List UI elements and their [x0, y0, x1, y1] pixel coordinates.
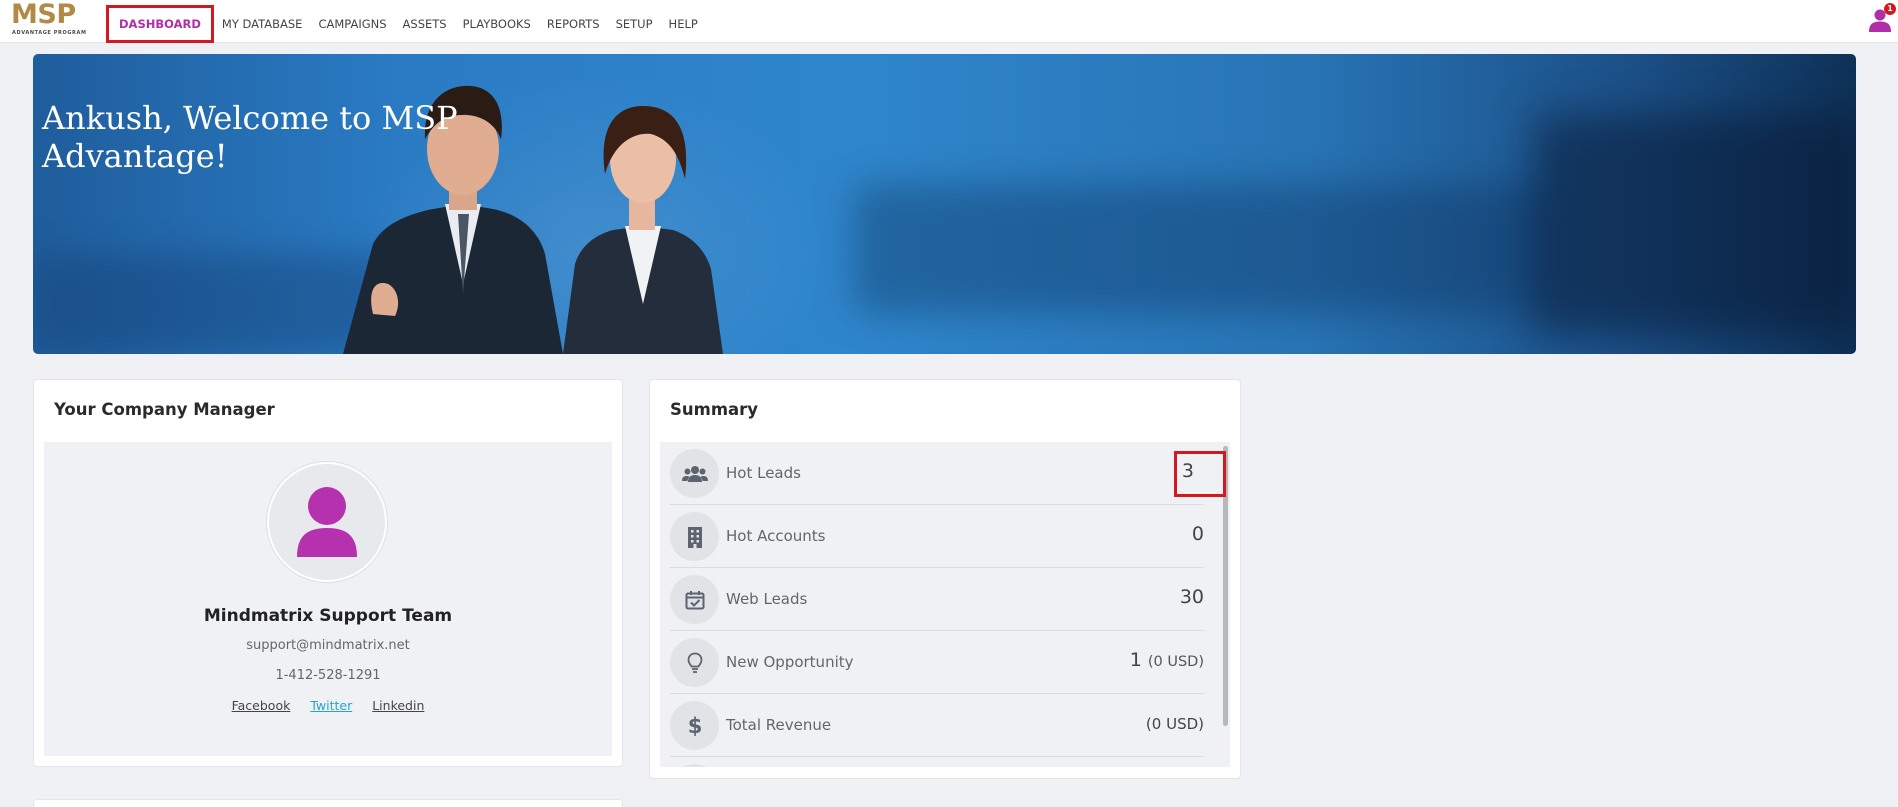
total-revenue-value[interactable]: (0 USD): [1146, 715, 1204, 733]
nav-my-database[interactable]: MY DATABASE: [214, 5, 311, 43]
nav-setup[interactable]: SETUP: [608, 5, 661, 43]
manager-phone: 1-412-528-1291: [275, 668, 381, 683]
company-manager-title: Your Company Manager: [54, 400, 275, 419]
company-manager-card: Your Company Manager Mindmatrix Support …: [33, 379, 623, 767]
manager-details: Mindmatrix Support Team support@mindmatr…: [44, 442, 612, 756]
lightbulb-icon: [670, 638, 719, 687]
more-icon: [670, 764, 719, 767]
dollar-icon: $: [670, 701, 719, 750]
main-nav: DASHBOARD MY DATABASE CAMPAIGNS ASSETS P…: [106, 5, 706, 43]
facebook-link[interactable]: Facebook: [232, 698, 291, 713]
logo-subtext: ADVANTAGE PROGRAM: [12, 30, 87, 36]
summary-row-hot-accounts[interactable]: Hot Accounts 0: [670, 505, 1204, 568]
hot-accounts-label: Hot Accounts: [726, 527, 826, 545]
building-icon: [670, 512, 719, 561]
welcome-heading: Ankush, Welcome to MSP Advantage!: [42, 99, 458, 175]
manager-social-links: Facebook Twitter Linkedin: [44, 698, 612, 713]
new-opportunity-amount: (0 USD): [1147, 654, 1204, 670]
person-icon: [297, 487, 357, 557]
manager-avatar: [267, 462, 387, 582]
summary-title: Summary: [670, 400, 759, 419]
linkedin-link[interactable]: Linkedin: [372, 698, 424, 713]
manager-name: Mindmatrix Support Team: [203, 606, 453, 626]
top-navigation: MSP ADVANTAGE PROGRAM DASHBOARD MY DATAB…: [0, 0, 1898, 43]
summary-row-more: [670, 757, 1204, 767]
notification-badge[interactable]: 1: [1884, 3, 1896, 15]
total-revenue-label: Total Revenue: [726, 716, 832, 734]
nav-playbooks[interactable]: PLAYBOOKS: [455, 5, 539, 43]
nav-campaigns[interactable]: CAMPAIGNS: [310, 5, 394, 43]
web-leads-value[interactable]: 30: [1180, 586, 1204, 608]
hot-leads-highlight: [1174, 451, 1226, 497]
logo-text: MSP: [11, 0, 76, 30]
twitter-link[interactable]: Twitter: [310, 698, 352, 713]
msp-logo[interactable]: MSP ADVANTAGE PROGRAM: [11, 0, 93, 37]
manager-email: support@mindmatrix.net: [246, 638, 410, 653]
users-icon: [670, 449, 719, 498]
summary-row-web-leads[interactable]: Web Leads 30: [670, 568, 1204, 631]
nav-help[interactable]: HELP: [661, 5, 706, 43]
summary-row-total-revenue[interactable]: $ Total Revenue (0 USD): [670, 694, 1204, 757]
nav-reports[interactable]: REPORTS: [539, 5, 608, 43]
nav-dashboard[interactable]: DASHBOARD: [106, 5, 214, 43]
welcome-banner: Ankush, Welcome to MSP Advantage!: [33, 54, 1856, 354]
summary-row-hot-leads[interactable]: Hot Leads 3: [670, 442, 1204, 505]
summary-list: Hot Leads 3 Hot Accounts 0 Web Leads 30 …: [660, 442, 1230, 767]
new-opportunity-label: New Opportunity: [726, 653, 854, 671]
summary-card: Summary Hot Leads 3 Hot Accounts 0 Web L…: [649, 379, 1241, 779]
summary-row-new-opportunity[interactable]: New Opportunity 1 (0 USD): [670, 631, 1204, 694]
nav-assets[interactable]: ASSETS: [395, 5, 455, 43]
web-leads-label: Web Leads: [726, 590, 808, 608]
svg-text:$: $: [688, 714, 702, 738]
new-opportunity-value[interactable]: 1 (0 USD): [1130, 649, 1204, 671]
hot-leads-label: Hot Leads: [726, 464, 801, 482]
hot-accounts-value[interactable]: 0: [1192, 523, 1204, 545]
next-card: [33, 799, 623, 807]
calendar-check-icon: [670, 575, 719, 624]
